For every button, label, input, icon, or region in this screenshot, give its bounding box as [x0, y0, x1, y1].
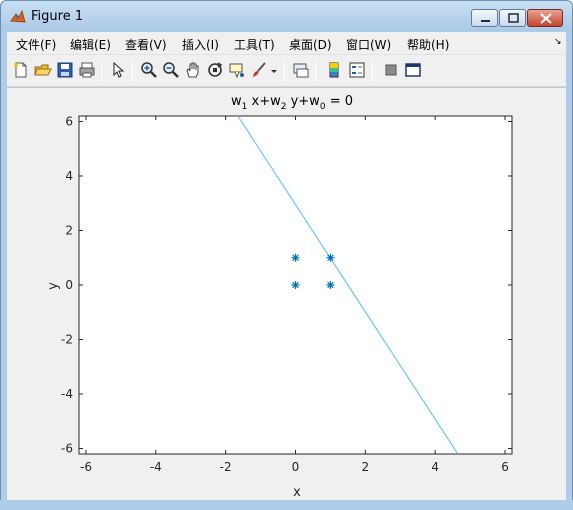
y-tick-label: -6	[61, 442, 73, 456]
figure-window: Figure 1 文件(F) 编辑(E) 查看(V) 插入(I) 工具(T) 桌…	[0, 0, 573, 510]
close-button[interactable]	[527, 9, 563, 27]
y-tick-label: -4	[61, 387, 73, 401]
maximize-icon	[508, 13, 519, 23]
menu-file[interactable]: 文件(F)	[16, 36, 56, 53]
menu-window[interactable]: 窗口(W)	[346, 36, 391, 53]
x-tick-label: 4	[431, 460, 439, 474]
x-tick-label: 2	[362, 460, 370, 474]
x-axis-label: x	[293, 485, 301, 500]
x-tick-label: -4	[150, 460, 162, 474]
minimize-icon	[481, 20, 490, 22]
window-title: Figure 1	[31, 9, 84, 24]
x-tick-label: 6	[501, 460, 509, 474]
menu-expand-icon[interactable]: ↘	[554, 37, 562, 47]
axes-plot[interactable]: w1 x+w2 y+w0 = 0 -6 -4 -2 0 2 4 6-6-4-20246 x …	[7, 88, 566, 501]
toolbar-separator	[101, 61, 102, 81]
minimize-button[interactable]	[471, 9, 498, 27]
show-plot-tools-icon[interactable]	[404, 61, 422, 79]
y-tick-label: 6	[65, 114, 73, 128]
print-icon[interactable]	[78, 61, 96, 79]
menu-tools[interactable]: 工具(T)	[234, 36, 275, 53]
colorbar-icon[interactable]	[325, 61, 343, 79]
y-tick-label: 0	[65, 278, 73, 292]
pan-hand-icon[interactable]	[184, 61, 202, 79]
data-point-marker	[291, 281, 300, 289]
y-tick-label: -2	[61, 333, 73, 347]
pointer-icon[interactable]	[109, 61, 127, 79]
y-tick-label: 2	[65, 223, 73, 237]
plot-title: w1 x+w2 y+w0 = 0	[231, 94, 353, 112]
rotate-3d-icon[interactable]	[206, 61, 224, 79]
toolbar-separator	[132, 61, 133, 81]
data-cursor-icon[interactable]	[228, 61, 246, 79]
x-tick-label: 0	[292, 460, 300, 474]
title-bar[interactable]: Figure 1	[1, 1, 572, 31]
toolbar-separator	[284, 61, 285, 81]
maximize-button[interactable]	[499, 9, 526, 27]
y-axis-label: y	[46, 282, 61, 290]
toolbar-separator	[315, 61, 316, 81]
toolbar	[7, 55, 566, 87]
link-plot-icon[interactable]	[292, 61, 310, 79]
brush-dropdown-icon[interactable]	[269, 61, 279, 79]
toolbar-separator	[372, 61, 373, 81]
figure-canvas: w1 x+w2 y+w0 = 0 -6 -4 -2 0 2 4 6 -6 -4 -2 0 2 4 6 x …	[7, 88, 566, 501]
open-file-icon[interactable]	[34, 61, 52, 79]
zoom-in-icon[interactable]	[140, 61, 158, 79]
y-tick-label: 4	[65, 169, 73, 183]
menu-edit[interactable]: 编辑(E)	[70, 36, 111, 53]
legend-icon[interactable]	[348, 61, 366, 79]
menu-view[interactable]: 查看(V)	[125, 36, 167, 53]
menu-insert[interactable]: 插入(I)	[182, 36, 219, 53]
menu-bar: 文件(F) 编辑(E) 查看(V) 插入(I) 工具(T) 桌面(D) 窗口(W…	[7, 32, 566, 55]
menu-help[interactable]: 帮助(H)	[407, 36, 449, 53]
menu-desktop[interactable]: 桌面(D)	[289, 36, 332, 53]
save-icon[interactable]	[56, 61, 74, 79]
hide-plot-tools-icon[interactable]	[382, 61, 400, 79]
zoom-out-icon[interactable]	[162, 61, 180, 79]
new-figure-icon[interactable]	[12, 61, 30, 79]
window-bottom-border	[0, 500, 573, 510]
matlab-icon	[10, 10, 26, 23]
x-tick-label: -6	[80, 460, 92, 474]
brush-icon[interactable]	[250, 61, 268, 79]
close-icon	[540, 13, 552, 24]
x-tick-label: -2	[220, 460, 232, 474]
data-point-marker	[326, 281, 335, 289]
